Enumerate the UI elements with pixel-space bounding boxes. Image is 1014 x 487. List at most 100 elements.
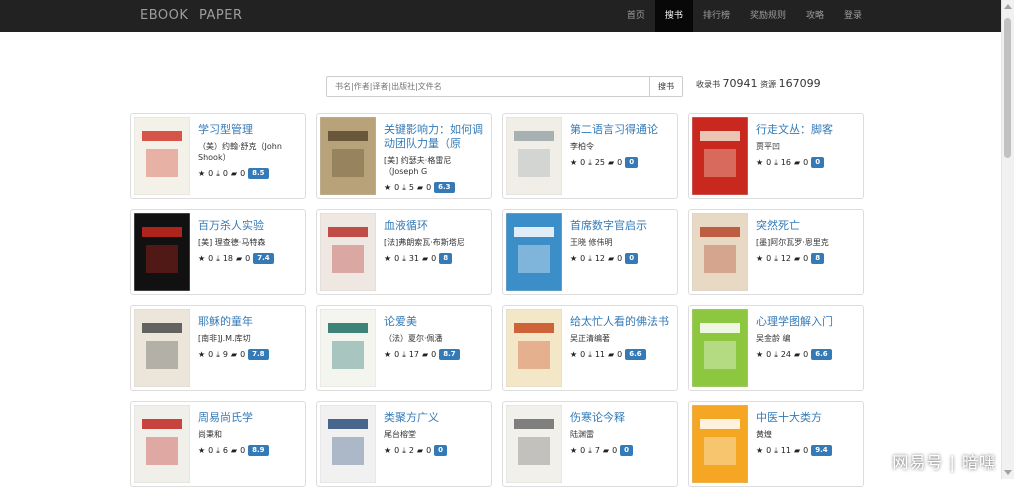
book-title[interactable]: 首席数字官启示 — [570, 219, 671, 233]
star-icon: ★ — [756, 350, 764, 359]
book-info: 首席数字官启示 王晓 修伟明 ★ 0 ⤓ 12 ▰ 0 0 — [570, 219, 671, 264]
star-count: 0 — [394, 446, 400, 455]
book-card[interactable]: 伤寒论今释 陆渊雷 ★ 0 ⤓ 7 ▰ 0 0 — [502, 401, 678, 487]
book-card[interactable]: 中医十大类方 黄煌 ★ 0 ⤓ 11 ▰ 0 9.4 — [688, 401, 864, 487]
download-count: 11 — [780, 446, 791, 455]
book-card[interactable]: 突然死亡 [墨]阿尔瓦罗·恩里克 ★ 0 ⤓ 12 ▰ 0 8 — [688, 209, 864, 295]
book-card[interactable]: 百万杀人实验 [美] 理查德·马特森 ★ 0 ⤓ 18 ▰ 0 7.4 — [130, 209, 306, 295]
download-icon: ⤓ — [774, 445, 778, 455]
star-icon: ★ — [384, 254, 392, 263]
book-card[interactable]: 血液循环 [法]弗朗索瓦·布斯塔尼 ★ 0 ⤓ 31 ▰ 0 8 — [316, 209, 492, 295]
star-count: 0 — [208, 350, 214, 359]
download-icon: ⤓ — [774, 349, 778, 359]
book-cover[interactable] — [692, 117, 748, 195]
book-title[interactable]: 第二语言习得通论 — [570, 123, 671, 137]
comment-icon: ▰ — [236, 254, 243, 263]
scroll-down-icon[interactable] — [1004, 470, 1012, 475]
book-title[interactable]: 学习型管理 — [198, 123, 299, 137]
nav-ranking[interactable]: 排行榜 — [693, 0, 740, 32]
book-cover[interactable] — [134, 309, 190, 387]
comment-count: 0 — [240, 350, 246, 359]
book-title[interactable]: 类聚方广义 — [384, 411, 485, 425]
book-title[interactable]: 行走文丛：脚客 — [756, 123, 857, 137]
book-meta: ★ 0 ⤓ 18 ▰ 0 7.4 — [198, 253, 299, 264]
comment-icon: ▰ — [422, 254, 429, 263]
collected-count: 70941 — [722, 77, 758, 90]
book-title[interactable]: 血液循环 — [384, 219, 485, 233]
comment-icon: ▰ — [608, 254, 615, 263]
book-card[interactable]: 给太忙人看的佛法书 吴正清编著 ★ 0 ⤓ 11 ▰ 0 6.6 — [502, 305, 678, 391]
book-card[interactable]: 耶稣的童年 [南非]J.M.库切 ★ 0 ⤓ 9 ▰ 0 7.8 — [130, 305, 306, 391]
book-info: 百万杀人实验 [美] 理查德·马特森 ★ 0 ⤓ 18 ▰ 0 7.4 — [198, 219, 299, 264]
nav-search[interactable]: 搜书 — [654, 0, 693, 32]
book-card[interactable]: 论爱美 （法）夏尔·佩潘 ★ 0 ⤓ 17 ▰ 0 8.7 — [316, 305, 492, 391]
download-count: 17 — [408, 350, 419, 359]
book-title[interactable]: 中医十大类方 — [756, 411, 857, 425]
book-card[interactable]: 学习型管理 （美）约翰·舒克（John Shook） ★ 0 ⤓ 0 ▰ 0 8.5 — [130, 113, 306, 199]
nav-login[interactable]: 登录 — [834, 0, 872, 32]
book-cover[interactable] — [506, 309, 562, 387]
book-cover[interactable] — [692, 405, 748, 483]
book-cover[interactable] — [320, 117, 376, 195]
book-title[interactable]: 论爱美 — [384, 315, 485, 329]
book-title[interactable]: 关键影响力：如何调动团队力量（原 — [384, 123, 485, 151]
book-card[interactable]: 类聚方广义 尾台榕堂 ★ 0 ⤓ 2 ▰ 0 0 — [316, 401, 492, 487]
book-cover[interactable] — [692, 309, 748, 387]
nav-guide[interactable]: 攻略 — [796, 0, 834, 32]
book-author: 贾平凹 — [756, 142, 780, 151]
comment-icon: ▰ — [416, 446, 424, 455]
book-cover[interactable] — [692, 213, 748, 291]
book-cover[interactable] — [506, 405, 562, 483]
book-card[interactable]: 关键影响力：如何调动团队力量（原 [美] 约瑟夫·格雷尼（Joseph G ★ 0… — [316, 113, 492, 199]
book-title[interactable]: 心理学图解入门 — [756, 315, 857, 329]
star-count: 0 — [580, 254, 586, 263]
book-cover[interactable] — [320, 213, 376, 291]
book-card[interactable]: 行走文丛：脚客 贾平凹 ★ 0 ⤓ 16 ▰ 0 0 — [688, 113, 864, 199]
download-icon: ⤓ — [774, 253, 778, 263]
nav-rewards[interactable]: 奖励规则 — [740, 0, 796, 32]
download-icon: ⤓ — [402, 445, 406, 455]
book-cover[interactable] — [506, 213, 562, 291]
book-cover[interactable] — [320, 405, 376, 483]
book-cover[interactable] — [134, 213, 190, 291]
book-title[interactable]: 周易尚氏学 — [198, 411, 299, 425]
book-meta: ★ 0 ⤓ 24 ▰ 0 6.6 — [756, 349, 857, 360]
book-card[interactable]: 周易尚氏学 尚秉和 ★ 0 ⤓ 6 ▰ 0 8.9 — [130, 401, 306, 487]
vertical-scrollbar[interactable] — [1001, 0, 1014, 479]
scrollbar-thumb[interactable] — [1004, 18, 1011, 158]
book-card[interactable]: 第二语言习得通论 李柏令 ★ 0 ⤓ 25 ▰ 0 0 — [502, 113, 678, 199]
book-title[interactable]: 突然死亡 — [756, 219, 857, 233]
book-cover[interactable] — [320, 309, 376, 387]
download-icon: ⤓ — [216, 168, 220, 178]
book-title[interactable]: 给太忙人看的佛法书 — [570, 315, 671, 329]
book-cover[interactable] — [134, 405, 190, 483]
score-badge: 8 — [811, 253, 825, 264]
book-title[interactable]: 耶稣的童年 — [198, 315, 299, 329]
book-info: 周易尚氏学 尚秉和 ★ 0 ⤓ 6 ▰ 0 8.9 — [198, 411, 299, 456]
star-icon: ★ — [570, 350, 578, 359]
book-card[interactable]: 心理学图解入门 吴金龄 编 ★ 0 ⤓ 24 ▰ 0 6.6 — [688, 305, 864, 391]
book-info: 行走文丛：脚客 贾平凹 ★ 0 ⤓ 16 ▰ 0 0 — [756, 123, 857, 168]
book-card[interactable]: 首席数字官启示 王晓 修伟明 ★ 0 ⤓ 12 ▰ 0 0 — [502, 209, 678, 295]
nav-home[interactable]: 首页 — [617, 0, 655, 32]
star-count: 0 — [208, 254, 214, 263]
score-badge: 6.6 — [625, 349, 646, 360]
search-button[interactable]: 搜书 — [649, 76, 683, 97]
search-input[interactable] — [326, 76, 650, 97]
book-cover[interactable] — [134, 117, 190, 195]
book-author: 陆渊雷 — [570, 430, 594, 439]
book-info: 中医十大类方 黄煌 ★ 0 ⤓ 11 ▰ 0 9.4 — [756, 411, 857, 456]
score-badge: 0 — [625, 253, 639, 264]
brand-logo[interactable]: EBOOK PAPER — [140, 8, 243, 23]
comment-count: 0 — [426, 446, 432, 455]
download-count: 7 — [594, 446, 600, 455]
book-cover[interactable] — [506, 117, 562, 195]
star-count: 0 — [766, 158, 772, 167]
book-title[interactable]: 伤寒论今释 — [570, 411, 671, 425]
star-count: 0 — [766, 446, 772, 455]
download-count: 18 — [222, 254, 233, 263]
book-title[interactable]: 百万杀人实验 — [198, 219, 299, 233]
comment-count: 0 — [617, 158, 623, 167]
scroll-up-icon[interactable] — [1004, 4, 1012, 9]
book-author: （美）约翰·舒克（John Shook） — [198, 142, 282, 162]
